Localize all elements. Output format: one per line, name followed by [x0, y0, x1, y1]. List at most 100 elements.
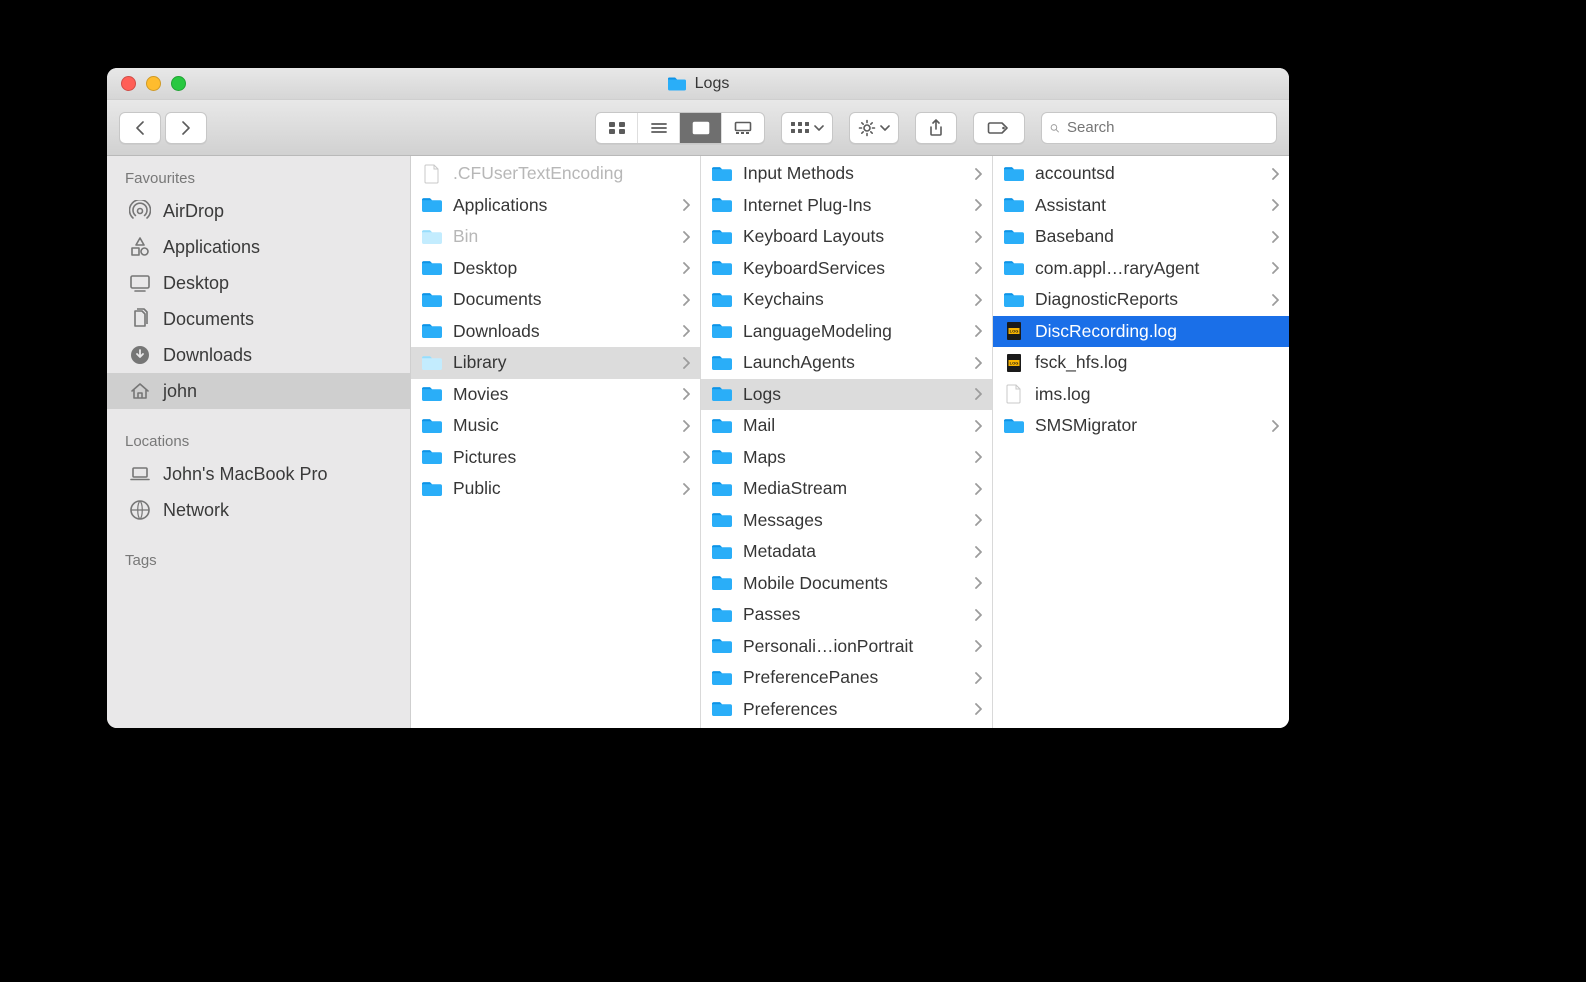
list-item[interactable]: DiagnosticReports [993, 284, 1289, 316]
folder-icon [711, 636, 733, 656]
chevron-right-icon [1271, 199, 1279, 211]
share-button[interactable] [915, 112, 957, 144]
list-item-label: Bin [453, 226, 672, 247]
back-button[interactable] [119, 112, 161, 144]
airdrop-icon [129, 200, 151, 222]
desktop-icon [129, 272, 151, 294]
chevron-right-icon [1271, 294, 1279, 306]
list-item[interactable]: Public [411, 473, 700, 505]
list-item-label: Downloads [453, 321, 672, 342]
view-columns-button[interactable] [680, 113, 722, 143]
list-item[interactable]: Movies [411, 379, 700, 411]
list-item[interactable]: Applications [411, 190, 700, 222]
sidebar-item-john-s-macbook-pro[interactable]: John's MacBook Pro [107, 456, 410, 492]
list-item[interactable]: Documents [411, 284, 700, 316]
chevron-right-icon [682, 451, 690, 463]
list-item[interactable]: LOG fsck_hfs.log [993, 347, 1289, 379]
fullscreen-window-button[interactable] [171, 76, 186, 91]
list-item-label: Documents [453, 289, 672, 310]
list-item[interactable]: MediaStream [701, 473, 992, 505]
minimize-window-button[interactable] [146, 76, 161, 91]
list-item[interactable]: Downloads [411, 316, 700, 348]
folder-icon [1003, 227, 1025, 247]
list-item[interactable]: Pictures [411, 442, 700, 474]
list-item[interactable]: Input Methods [701, 158, 992, 190]
sidebar-section-header: Tags [107, 548, 410, 575]
list-item[interactable]: SMSMigrator [993, 410, 1289, 442]
chevron-right-icon [974, 577, 982, 589]
list-item[interactable]: LOG DiscRecording.log [993, 316, 1289, 348]
folder-icon [421, 321, 443, 341]
list-item[interactable]: LaunchAgents [701, 347, 992, 379]
folder-icon [421, 447, 443, 467]
list-item[interactable]: Library [411, 347, 700, 379]
sidebar-item-network[interactable]: Network [107, 492, 410, 528]
list-item[interactable]: Metadata [701, 536, 992, 568]
list-item[interactable]: LanguageModeling [701, 316, 992, 348]
sidebar-item-label: AirDrop [163, 201, 224, 222]
list-item[interactable]: accountsd [993, 158, 1289, 190]
folder-icon [667, 76, 687, 92]
chevron-right-icon [974, 672, 982, 684]
list-item[interactable]: Mail [701, 410, 992, 442]
search-input[interactable] [1065, 118, 1268, 137]
documents-icon [129, 308, 151, 330]
chevron-right-icon [682, 388, 690, 400]
sidebar-item-documents[interactable]: Documents [107, 301, 410, 337]
list-item[interactable]: Maps [701, 442, 992, 474]
list-item[interactable]: Messages [701, 505, 992, 537]
list-item-label: Library [453, 352, 672, 373]
list-item[interactable]: Mobile Documents [701, 568, 992, 600]
chevron-right-icon [974, 388, 982, 400]
view-mode-group [595, 112, 765, 144]
list-item[interactable]: Keychains [701, 284, 992, 316]
action-menu-button[interactable] [849, 112, 899, 144]
list-item[interactable]: Preferences [701, 694, 992, 726]
sidebar-item-john[interactable]: john [107, 373, 410, 409]
chevron-right-icon [974, 514, 982, 526]
folder-icon [1003, 416, 1025, 436]
sidebar-item-applications[interactable]: Applications [107, 229, 410, 265]
close-window-button[interactable] [121, 76, 136, 91]
folder-icon [711, 447, 733, 467]
list-item[interactable]: Desktop [411, 253, 700, 285]
folder-icon [421, 479, 443, 499]
list-item[interactable]: Baseband [993, 221, 1289, 253]
list-item[interactable]: Logs [701, 379, 992, 411]
view-gallery-button[interactable] [722, 113, 764, 143]
list-item[interactable]: Bin [411, 221, 700, 253]
list-item[interactable]: Internet Plug-Ins [701, 190, 992, 222]
list-item[interactable]: ims.log [993, 379, 1289, 411]
list-item[interactable]: Personali…ionPortrait [701, 631, 992, 663]
list-item[interactable]: com.appl…raryAgent [993, 253, 1289, 285]
sidebar-item-airdrop[interactable]: AirDrop [107, 193, 410, 229]
list-item-label: ims.log [1035, 384, 1279, 405]
list-item-label: Preferences [743, 699, 964, 720]
list-item-label: LaunchAgents [743, 352, 964, 373]
share-icon [928, 119, 944, 137]
list-item[interactable]: Assistant [993, 190, 1289, 222]
list-item-label: Mail [743, 415, 964, 436]
view-icons-button[interactable] [596, 113, 638, 143]
search-field[interactable] [1041, 112, 1277, 144]
chevron-right-icon [1271, 420, 1279, 432]
list-item[interactable]: Passes [701, 599, 992, 631]
list-item[interactable]: Keyboard Layouts [701, 221, 992, 253]
group-by-button[interactable] [781, 112, 833, 144]
sidebar-item-desktop[interactable]: Desktop [107, 265, 410, 301]
sidebar: FavouritesAirDropApplicationsDesktopDocu… [107, 156, 411, 728]
view-list-button[interactable] [638, 113, 680, 143]
list-item[interactable]: PreferencePanes [701, 662, 992, 694]
folder-icon [711, 416, 733, 436]
folder-icon [711, 510, 733, 530]
downloads-icon [129, 344, 151, 366]
list-item[interactable]: .CFUserTextEncoding [411, 158, 700, 190]
forward-button[interactable] [165, 112, 207, 144]
list-item[interactable]: Music [411, 410, 700, 442]
sidebar-item-downloads[interactable]: Downloads [107, 337, 410, 373]
column-2: Input Methods Internet Plug-Ins Keyboard… [701, 156, 993, 728]
list-item-label: Maps [743, 447, 964, 468]
folder-icon [421, 258, 443, 278]
list-item[interactable]: KeyboardServices [701, 253, 992, 285]
tags-button[interactable] [973, 112, 1025, 144]
